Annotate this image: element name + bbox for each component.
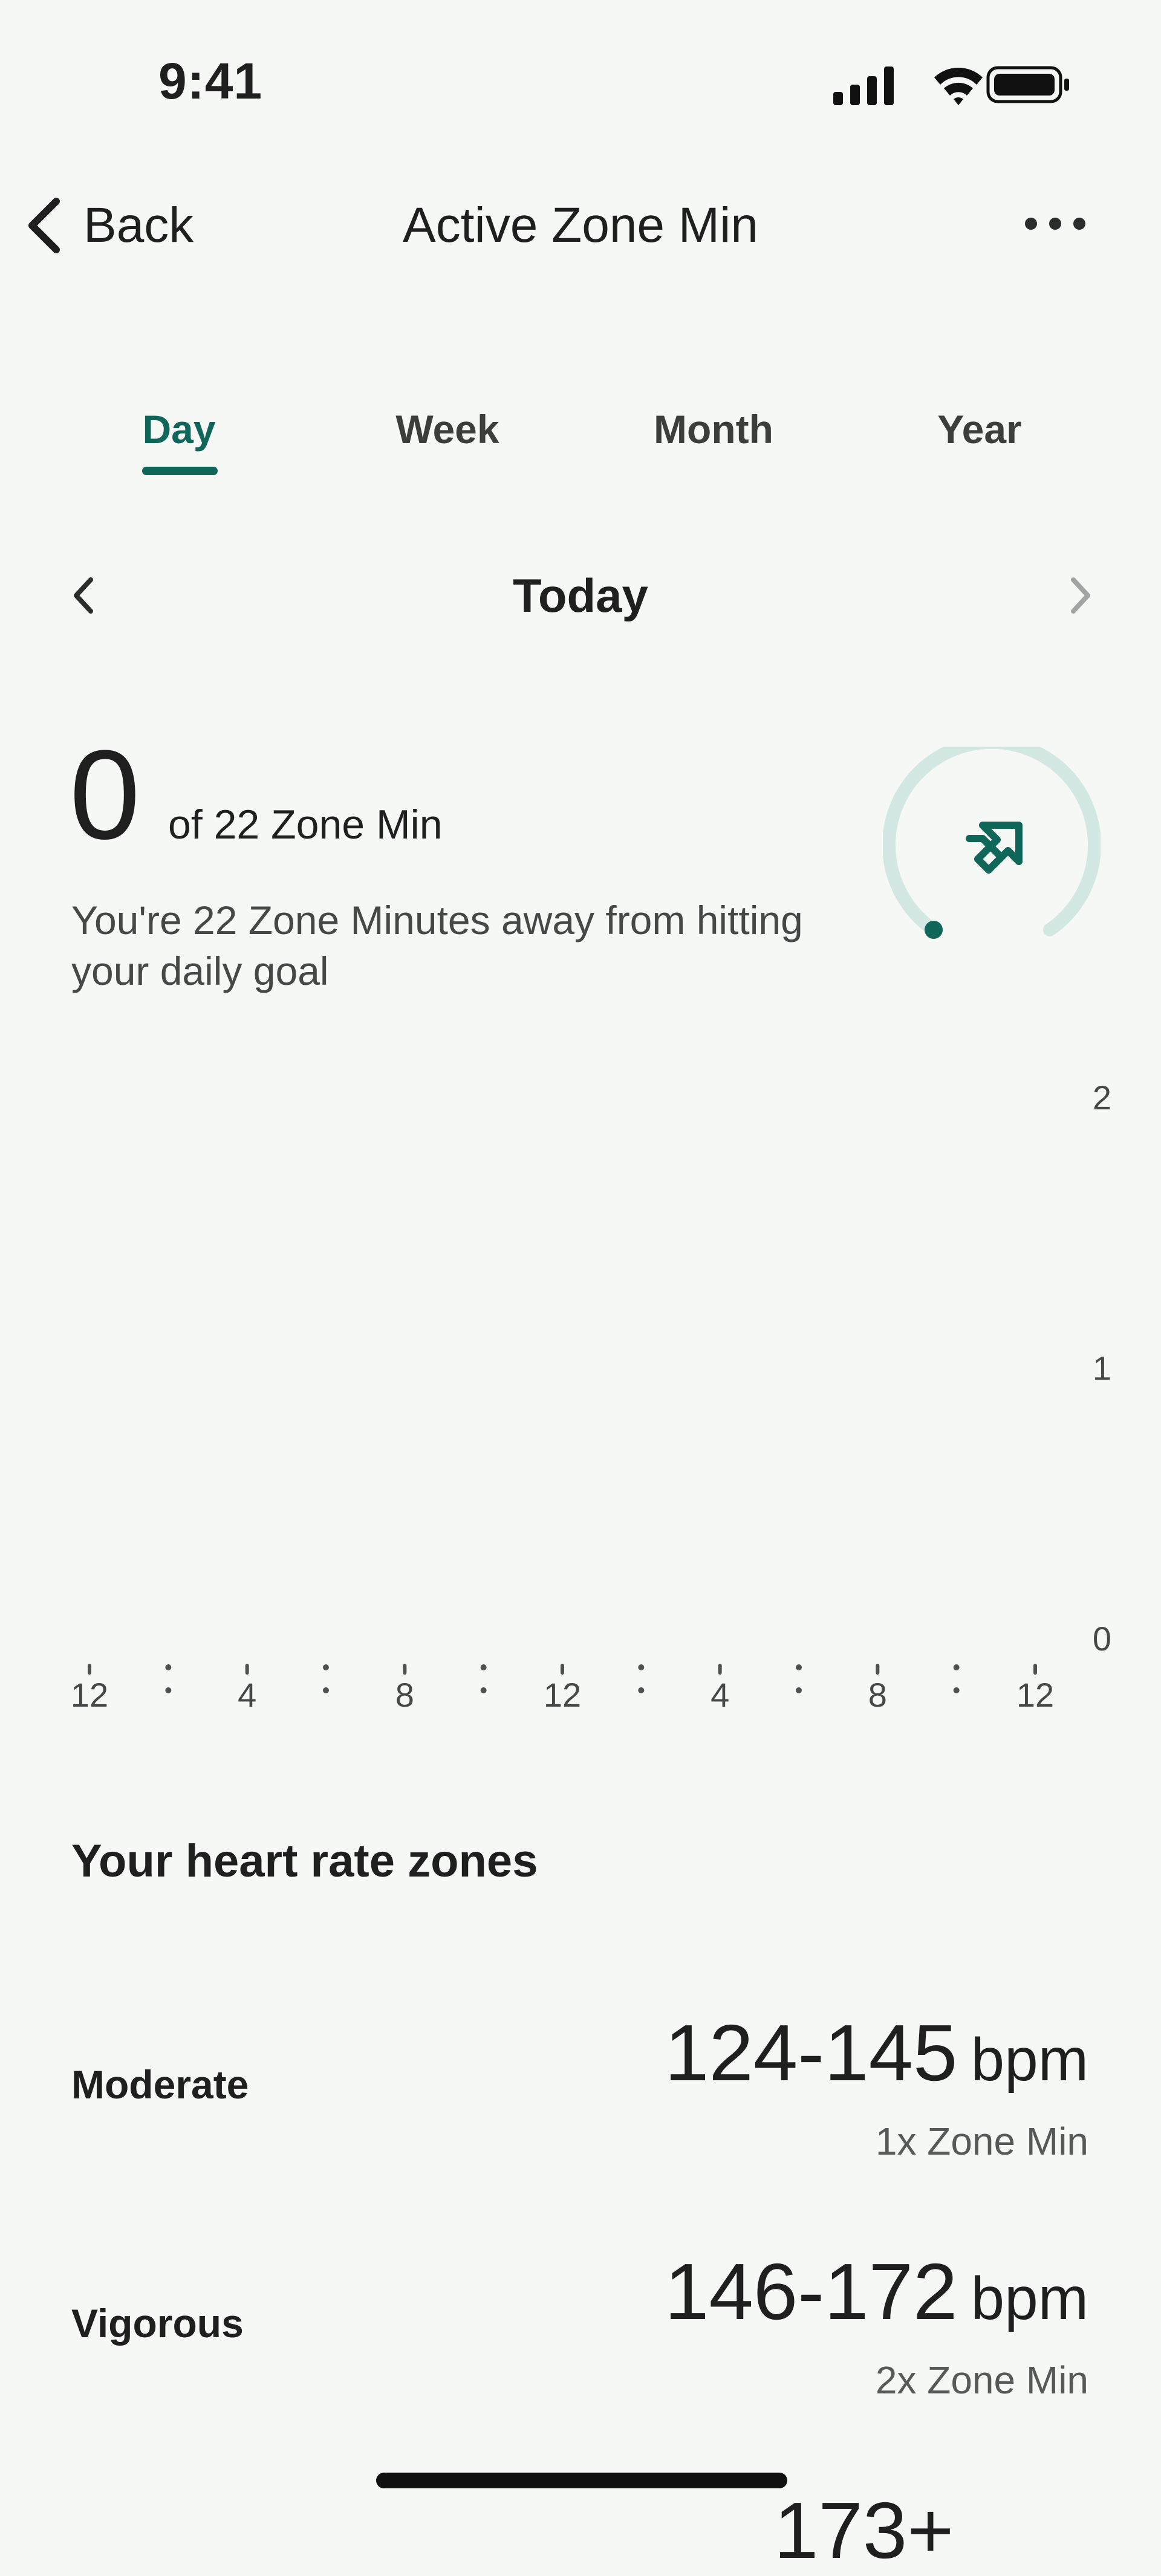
x-tick-label: 4 bbox=[711, 1676, 729, 1714]
zone-range-unit: bpm bbox=[971, 2026, 1088, 2094]
progress-gauge bbox=[883, 747, 1101, 939]
cellular-signal-icon bbox=[833, 67, 894, 105]
x-minor-tick bbox=[323, 1664, 329, 1670]
wifi-icon bbox=[934, 68, 983, 105]
zone-multiplier-vigorous: 2x Zone Min bbox=[875, 2358, 1088, 2402]
chevron-left-icon bbox=[28, 198, 60, 253]
zone-minutes-icon bbox=[966, 822, 1023, 874]
zone-range-unit: bpm bbox=[971, 2265, 1088, 2332]
x-major-tick bbox=[88, 1664, 91, 1675]
zone-minutes-value: 0 bbox=[70, 724, 140, 866]
x-tick-label: 12 bbox=[71, 1676, 108, 1714]
goal-text: of 22 Zone Min bbox=[168, 802, 443, 848]
x-tick-label: 8 bbox=[868, 1676, 887, 1714]
previous-day-icon[interactable] bbox=[67, 571, 103, 620]
zone-range-peak-partial: 173+ bbox=[774, 2486, 954, 2575]
x-minor-tick bbox=[953, 1664, 960, 1670]
zone-multiplier-moderate: 1x Zone Min bbox=[875, 2120, 1088, 2163]
zone-minutes-chart: 2 1 0 12 4 8 12 4 8 12 bbox=[71, 1079, 1111, 1714]
y-tick-label: 1 bbox=[1093, 1349, 1111, 1387]
tab-month[interactable]: Month bbox=[635, 399, 792, 459]
zone-range-value: 146-172 bbox=[665, 2247, 958, 2336]
x-major-tick bbox=[718, 1664, 722, 1675]
tab-week[interactable]: Week bbox=[375, 399, 520, 459]
zone-range-value: 124-145 bbox=[665, 2008, 958, 2097]
x-tick-label: 12 bbox=[1016, 1676, 1054, 1714]
status-icons bbox=[833, 66, 1069, 105]
x-minor-tick bbox=[796, 1664, 802, 1670]
x-major-tick bbox=[245, 1664, 249, 1675]
back-button[interactable]: Back bbox=[23, 192, 194, 259]
x-tick-label: 4 bbox=[238, 1676, 256, 1714]
zone-range-vigorous: 146-172 bpm bbox=[665, 2246, 1088, 2337]
x-minor-tick bbox=[796, 1687, 802, 1693]
date-label: Today bbox=[513, 569, 648, 622]
next-day-icon[interactable] bbox=[1061, 571, 1098, 620]
y-tick-label: 0 bbox=[1093, 1620, 1111, 1658]
page-title: Active Zone Min bbox=[403, 198, 758, 253]
zone-name-vigorous: Vigorous bbox=[71, 2301, 244, 2346]
x-minor-tick bbox=[165, 1687, 172, 1693]
x-major-tick bbox=[403, 1664, 407, 1675]
x-minor-tick bbox=[165, 1664, 172, 1670]
goal-description: You're 22 Zone Minutes away from hitting… bbox=[71, 898, 803, 993]
battery-icon bbox=[986, 66, 1069, 103]
zone-range-moderate: 124-145 bpm bbox=[665, 2007, 1088, 2098]
tab-year[interactable]: Year bbox=[907, 399, 1052, 459]
x-minor-tick bbox=[323, 1687, 329, 1693]
x-minor-tick bbox=[480, 1664, 487, 1670]
x-major-tick bbox=[561, 1664, 564, 1675]
x-minor-tick bbox=[638, 1687, 645, 1693]
zone-name-moderate: Moderate bbox=[71, 2062, 249, 2107]
heart-rate-zones-title: Your heart rate zones bbox=[71, 1835, 538, 1887]
x-major-tick bbox=[876, 1664, 880, 1675]
x-tick-label: 8 bbox=[395, 1676, 414, 1714]
active-tab-indicator bbox=[142, 467, 218, 475]
x-tick-label: 12 bbox=[544, 1676, 581, 1714]
tab-day[interactable]: Day bbox=[119, 399, 239, 459]
x-minor-tick bbox=[480, 1687, 487, 1693]
x-major-tick bbox=[1033, 1664, 1037, 1675]
x-minor-tick bbox=[953, 1687, 960, 1693]
x-minor-tick bbox=[638, 1664, 645, 1670]
status-time: 9:41 bbox=[158, 53, 263, 109]
gauge-progress-dot bbox=[925, 921, 943, 939]
home-indicator bbox=[376, 2473, 787, 2488]
y-tick-label: 2 bbox=[1093, 1079, 1111, 1117]
more-options-icon[interactable] bbox=[1022, 206, 1088, 242]
back-label: Back bbox=[83, 198, 194, 253]
